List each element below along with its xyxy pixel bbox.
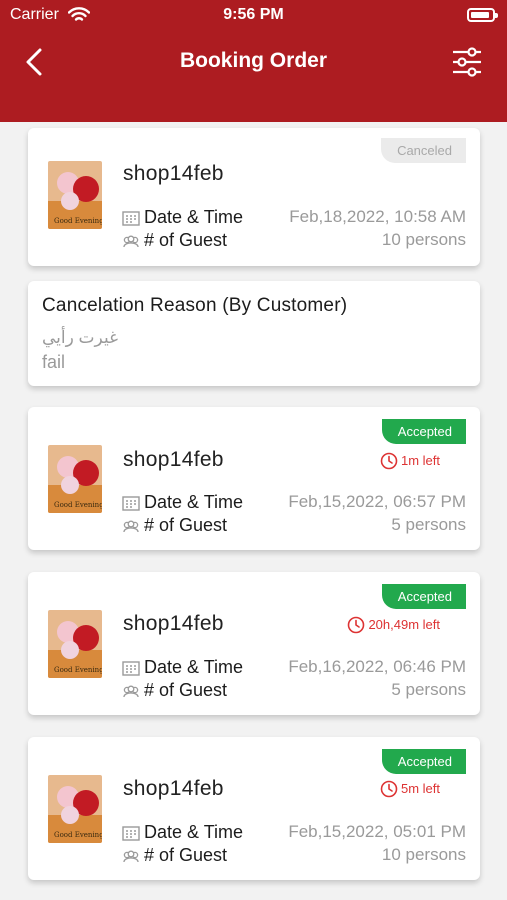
cancel-reason-text: fail [42, 352, 66, 372]
guests-row: # of Guest 10 persons [122, 845, 466, 867]
guests-row: # of Guest 5 persons [122, 680, 466, 702]
calendar-icon [122, 826, 140, 841]
guests-value: 5 persons [391, 680, 466, 699]
guests-icon [123, 235, 139, 248]
svg-text:Good Evening: Good Evening [54, 217, 102, 225]
filter-button[interactable] [451, 46, 483, 78]
shop-thumbnail: Good Evening [48, 775, 102, 843]
guests-row: # of Guest 5 persons [122, 515, 466, 537]
shop-name: shop14feb [123, 612, 224, 635]
shop-thumbnail: Good Evening [48, 610, 102, 678]
shop-thumbnail: Good Evening [48, 445, 102, 513]
datetime-value: Feb,16,2022, 06:46 PM [288, 657, 466, 676]
status-bar: Carrier 9:56 PM [10, 4, 498, 28]
calendar-icon [122, 496, 140, 511]
app-header: Carrier 9:56 PM Booking Order [0, 0, 507, 122]
battery-icon [467, 8, 498, 22]
sliders-icon [453, 47, 481, 77]
datetime-row: Date & Time Feb,15,2022, 05:01 PM [122, 822, 466, 844]
guests-icon [123, 850, 139, 863]
order-card[interactable]: Accepted 20h,49m left Good Evening shop1… [28, 572, 480, 715]
clock-icon [380, 452, 398, 470]
cancel-reason-card: Cancelation Reason (By Customer) غيرت رأ… [28, 281, 480, 386]
guests-value: 10 persons [381, 845, 466, 864]
datetime-label: Date & Time [144, 822, 244, 842]
datetime-value: Feb,15,2022, 06:57 PM [288, 492, 466, 511]
guests-icon [123, 685, 139, 698]
order-card[interactable]: Accepted 1m left Good Evening shop14feb … [28, 407, 480, 550]
order-card[interactable]: Accepted 5m left Good Evening shop14feb … [28, 737, 480, 880]
guests-label: # of Guest [144, 845, 228, 865]
datetime-value: Feb,15,2022, 05:01 PM [288, 822, 466, 841]
timer-label: 5m left [380, 780, 440, 798]
timer-text: 20h,49m left [368, 617, 440, 632]
shop-thumbnail: Good Evening [48, 161, 102, 229]
status-badge: Accepted [381, 419, 466, 444]
guests-label: # of Guest [144, 230, 228, 250]
guests-value: 5 persons [391, 515, 466, 534]
timer-text: 5m left [400, 781, 440, 796]
page-title: Booking Order [179, 49, 327, 72]
shop-name: shop14feb [123, 448, 224, 471]
datetime-row: Date & Time Feb,15,2022, 06:57 PM [122, 492, 466, 514]
cancel-reason-title: Cancelation Reason (By Customer) [42, 295, 348, 316]
status-time: 9:56 PM [223, 6, 284, 23]
status-badge: Accepted [381, 584, 466, 609]
guests-value: 10 persons [381, 230, 466, 249]
shop-name: shop14feb [123, 777, 224, 800]
guests-label: # of Guest [144, 515, 228, 535]
datetime-value: Feb,18,2022, 10:58 AM [289, 207, 466, 226]
datetime-row: Date & Time Feb,18,2022, 10:58 AM [122, 207, 466, 229]
datetime-label: Date & Time [144, 207, 244, 227]
cancel-reason-arabic: غيرت رأيي [42, 328, 118, 347]
svg-text:Good Evening: Good Evening [54, 501, 102, 509]
status-badge: Accepted [381, 749, 466, 774]
clock-icon [380, 780, 398, 798]
calendar-icon [122, 661, 140, 676]
svg-text:Good Evening: Good Evening [54, 666, 102, 674]
shop-name: shop14feb [123, 162, 224, 185]
calendar-icon [122, 211, 140, 226]
timer-label: 1m left [380, 452, 440, 470]
guests-label: # of Guest [144, 680, 228, 700]
timer-label: 20h,49m left [348, 616, 440, 634]
datetime-row: Date & Time Feb,16,2022, 06:46 PM [122, 657, 466, 679]
timer-text: 1m left [400, 453, 440, 468]
guests-row: # of Guest 10 persons [122, 230, 466, 252]
datetime-label: Date & Time [144, 492, 244, 512]
guests-icon [123, 520, 139, 533]
clock-icon [348, 616, 365, 634]
datetime-label: Date & Time [144, 657, 244, 677]
order-card[interactable]: Canceled Good Evening shop14feb Date & T… [28, 128, 480, 266]
status-badge: Canceled [381, 138, 466, 163]
svg-text:Good Evening: Good Evening [54, 831, 102, 839]
